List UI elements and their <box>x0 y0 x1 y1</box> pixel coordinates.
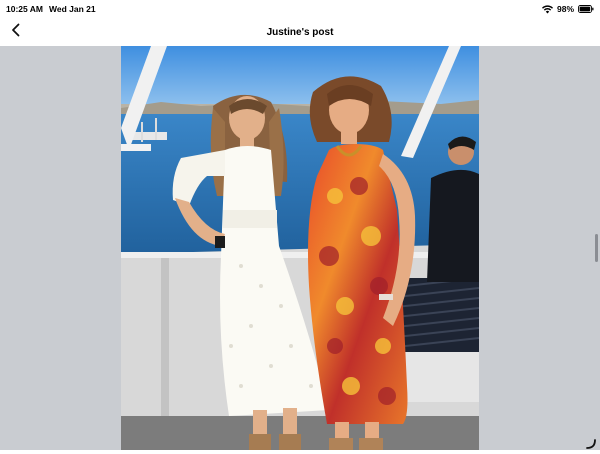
status-time: 10:25 AM <box>6 4 44 14</box>
photo-image <box>121 46 479 450</box>
status-bar: 10:25 AM Wed Jan 21 98% <box>0 0 600 18</box>
battery-icon <box>578 5 594 13</box>
photo-viewer <box>0 46 600 450</box>
page-title: Justine's post <box>266 26 334 38</box>
wifi-icon <box>541 4 553 14</box>
chevron-left-icon <box>11 23 21 42</box>
status-right: 98% <box>541 4 594 14</box>
resize-handle-icon <box>586 436 596 449</box>
back-button[interactable] <box>6 22 26 42</box>
post-photo[interactable] <box>121 46 479 450</box>
battery-percent: 98% <box>556 4 574 14</box>
scrollbar-thumb[interactable] <box>595 234 598 262</box>
nav-bar: Justine's post <box>0 18 600 46</box>
status-left: 10:25 AM Wed Jan 21 <box>6 4 96 14</box>
status-date: Wed Jan 21 <box>49 4 96 14</box>
